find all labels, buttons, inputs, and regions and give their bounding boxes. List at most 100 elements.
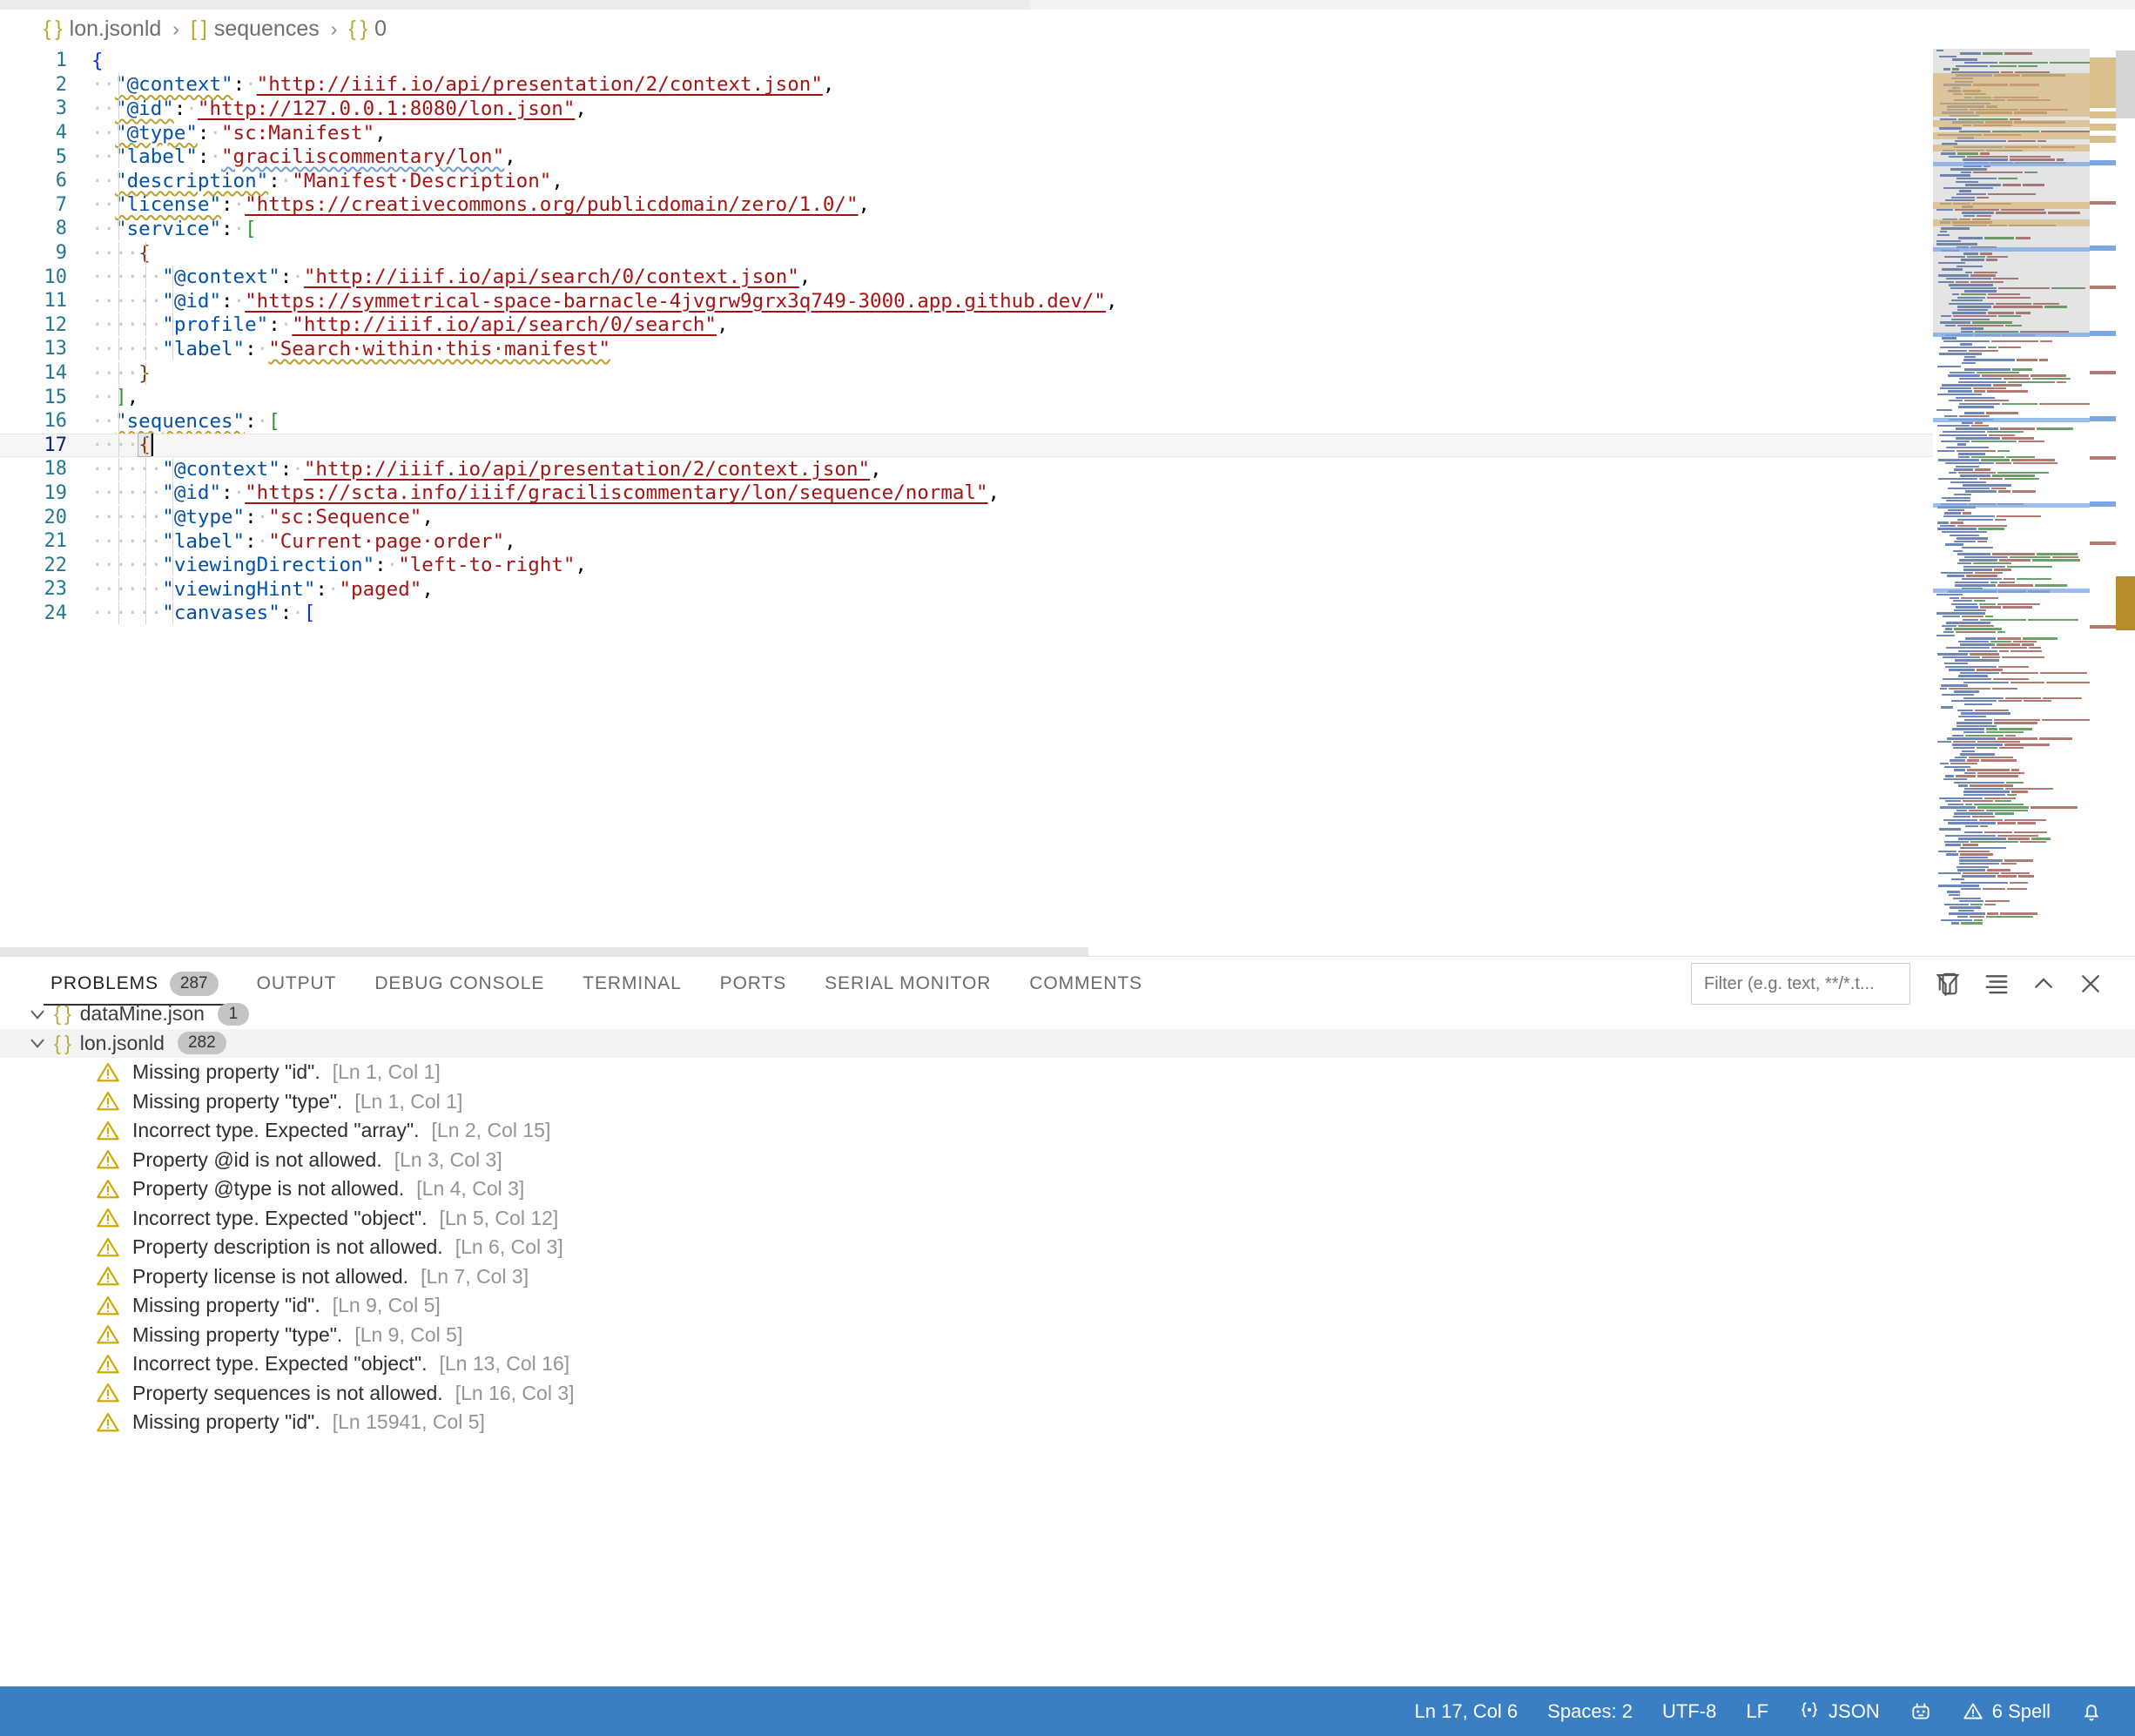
code-line[interactable]: 1{	[0, 49, 1933, 73]
status-eol[interactable]: LF	[1731, 1686, 1783, 1736]
code-line[interactable]: 14 ····}	[0, 361, 1933, 386]
code-content[interactable]: ······"@type":·"sc:Sequence",	[91, 506, 1933, 529]
code-line[interactable]: 6 ··"description":·"Manifest·Description"…	[0, 169, 1933, 193]
problems-file-group[interactable]: { } dataMine.json 1	[0, 999, 2135, 1029]
code-line[interactable]: 20 ······"@type":·"sc:Sequence",	[0, 505, 1933, 529]
status-notifications[interactable]	[2065, 1686, 2118, 1736]
code-content[interactable]: ··"@id":·"http://127.0.0.1:8080/lon.json…	[91, 97, 1933, 120]
code-content[interactable]: ······"viewingHint":·"paged",	[91, 577, 1933, 601]
code-content[interactable]: ······"profile":·"http://iiif.io/api/sea…	[91, 313, 1933, 337]
code-line[interactable]: 21 ······"label":·"Current·page·order",	[0, 529, 1933, 554]
code-editor[interactable]: 1{2 ··"@context":·"http://iiif.io/api/pre…	[0, 49, 2135, 956]
code-content[interactable]: ··"@type":·"sc:Manifest",	[91, 121, 1933, 145]
breadcrumb-item-0[interactable]: { } lon.jsonld	[44, 17, 161, 42]
status-indentation[interactable]: Spaces: 2	[1532, 1686, 1647, 1736]
status-spell-checker[interactable]: 6 Spell	[1947, 1686, 2065, 1736]
status-editor-position[interactable]: Ln 17, Col 6	[1400, 1686, 1533, 1736]
problems-file-group[interactable]: { } lon.jsonld 282	[0, 1028, 2135, 1058]
code-line[interactable]: 24 ······"canvases":·[	[0, 602, 1933, 626]
problem-item[interactable]: Missing property "id". [Ln 1, Col 1]	[0, 1058, 2135, 1087]
code-content[interactable]: ······"@id":·"https://scta.info/iiif/gra…	[91, 481, 1933, 505]
minimap-token	[2007, 887, 2027, 891]
code-content[interactable]: ····{	[91, 241, 1933, 265]
horizontal-scrollbar[interactable]	[0, 947, 1933, 956]
problem-item[interactable]: Incorrect type. Expected "object". [Ln 5,…	[0, 1204, 2135, 1234]
problem-item[interactable]: Missing property "id". [Ln 9, Col 5]	[0, 1291, 2135, 1321]
code-line[interactable]: 16 ··"sequences":·[	[0, 409, 1933, 434]
code-line[interactable]: 2 ··"@context":·"http://iiif.io/api/prese…	[0, 73, 1933, 98]
breadcrumb-item-2[interactable]: { } 0	[348, 17, 387, 42]
minimap-token	[1987, 912, 1998, 915]
code-content[interactable]: ······"@context":·"http://iiif.io/api/se…	[91, 266, 1933, 289]
code-lines[interactable]: 1{2 ··"@context":·"http://iiif.io/api/pre…	[0, 49, 1933, 956]
problems-tree[interactable]: { } dataMine.json 1 { } lon.jsonld 282 Missing…	[0, 999, 2135, 1686]
code-content[interactable]: ····}	[91, 361, 1933, 385]
status-hubot-icon[interactable]	[1895, 1686, 1947, 1736]
problem-item[interactable]: Incorrect type. Expected "array". [Ln 2, …	[0, 1116, 2135, 1146]
code-line[interactable]: 3 ··"@id":·"http://127.0.0.1:8080/lon.jso…	[0, 97, 1933, 121]
minimap[interactable]	[1933, 49, 2090, 956]
problem-item[interactable]: Property @type is not allowed. [Ln 4, Col…	[0, 1174, 2135, 1204]
code-content[interactable]: ··"service":·[	[91, 217, 1933, 240]
code-line[interactable]: 12 ······"profile":·"http://iiif.io/api/s…	[0, 313, 1933, 338]
code-line[interactable]: 13 ······"label":·"Search·within·this·man…	[0, 337, 1933, 361]
code-line[interactable]: 7 ··"license":·"https://creativecommons.o…	[0, 193, 1933, 218]
problem-item[interactable]: Incorrect type. Expected "object". [Ln 13…	[0, 1349, 2135, 1379]
code-line[interactable]: 5 ··"label":·"graciliscommentary/lon",	[0, 145, 1933, 169]
code-content[interactable]: ······"canvases":·[	[91, 602, 1933, 625]
code-line[interactable]: 10 ······"@context":·"http://iiif.io/api/…	[0, 265, 1933, 289]
code-line[interactable]: 18 ······"@context":·"http://iiif.io/api/…	[0, 457, 1933, 481]
code-token: ··	[91, 145, 116, 169]
code-content[interactable]: ····{	[91, 433, 1933, 458]
code-content[interactable]: ··"license":·"https://creativecommons.or…	[91, 193, 1933, 217]
minimap-token	[1943, 777, 1967, 781]
code-line[interactable]: 8 ··"service":·[	[0, 217, 1933, 241]
code-content[interactable]: ··"label":·"graciliscommentary/lon",	[91, 145, 1933, 169]
code-content[interactable]: ······"@context":·"http://iiif.io/api/pr…	[91, 457, 1933, 481]
chevron-up-icon[interactable]	[2020, 963, 2067, 1005]
breadcrumb[interactable]: { } lon.jsonld › [ ] sequences › { } 0	[0, 10, 2135, 49]
breadcrumb-item-1[interactable]: [ ] sequences	[191, 17, 320, 42]
code-content[interactable]: ······"label":·"Search·within·this·manif…	[91, 337, 1933, 360]
status-language-mode[interactable]: JSON	[1783, 1686, 1895, 1736]
code-line[interactable]: 17 ····{	[0, 433, 1933, 458]
code-content[interactable]: ······"@id":·"https://symmetrical-space-…	[91, 289, 1933, 313]
vertical-scrollbar[interactable]	[2116, 49, 2135, 956]
code-line[interactable]: 11 ······"@id":·"https://symmetrical-spac…	[0, 289, 1933, 313]
chevron-down-icon[interactable]	[21, 1003, 54, 1026]
horizontal-scrollbar-thumb[interactable]	[0, 947, 1088, 956]
status-encoding[interactable]: UTF-8	[1647, 1686, 1731, 1736]
code-content[interactable]: ··],	[91, 386, 1933, 409]
problem-item[interactable]: Property license is not allowed. [Ln 7, C…	[0, 1262, 2135, 1292]
code-line[interactable]: 23 ······"viewingHint":·"paged",	[0, 577, 1933, 602]
problems-filter[interactable]	[1691, 963, 1960, 1005]
search-input[interactable]	[1704, 973, 1935, 994]
code-content[interactable]: ······"label":·"Current·page·order",	[91, 529, 1933, 553]
active-tab-strip[interactable]	[0, 0, 1030, 10]
problem-item[interactable]: Property description is not allowed. [Ln …	[0, 1233, 2135, 1262]
chevron-down-icon[interactable]	[21, 1032, 54, 1054]
code-line[interactable]: 4 ··"@type":·"sc:Manifest",	[0, 121, 1933, 145]
code-line[interactable]: 15 ··],	[0, 385, 1933, 409]
code-content[interactable]: ··"sequences":·[	[91, 409, 1933, 433]
code-line[interactable]: 19 ······"@id":·"https://scta.info/iiif/g…	[0, 481, 1933, 506]
code-content[interactable]: ··"description":·"Manifest·Description",	[91, 169, 1933, 192]
line-number: 16	[44, 410, 68, 433]
code-content[interactable]: {	[91, 50, 1933, 72]
code-line[interactable]: 9 ····{	[0, 241, 1933, 266]
code-content[interactable]: ··"@context":·"http://iiif.io/api/presen…	[91, 73, 1933, 97]
code-line[interactable]: 22 ······"viewingDirection":·"left-to-rig…	[0, 553, 1933, 577]
collapse-all-icon[interactable]	[1973, 963, 2020, 1005]
problem-item[interactable]: Missing property "type". [Ln 1, Col 1]	[0, 1087, 2135, 1117]
problem-item[interactable]: Missing property "type". [Ln 9, Col 5]	[0, 1321, 2135, 1350]
close-icon[interactable]	[2067, 963, 2114, 1005]
problem-item[interactable]: Property @id is not allowed. [Ln 3, Col 3…	[0, 1146, 2135, 1175]
minimap-token	[2018, 440, 2044, 443]
code-content[interactable]: ······"viewingDirection":·"left-to-right…	[91, 554, 1933, 577]
minimap-token	[1937, 424, 1970, 427]
status-bar: Ln 17, Col 6 Spaces: 2 UTF-8 LF JSON 6 Spell	[0, 1686, 2135, 1736]
problem-item[interactable]: Missing property "id". [Ln 15941, Col 5]	[0, 1408, 2135, 1437]
scrollbar-thumb[interactable]	[2116, 50, 2135, 118]
split-panel-icon[interactable]	[1926, 963, 1973, 1005]
problem-item[interactable]: Property sequences is not allowed. [Ln 16…	[0, 1379, 2135, 1409]
